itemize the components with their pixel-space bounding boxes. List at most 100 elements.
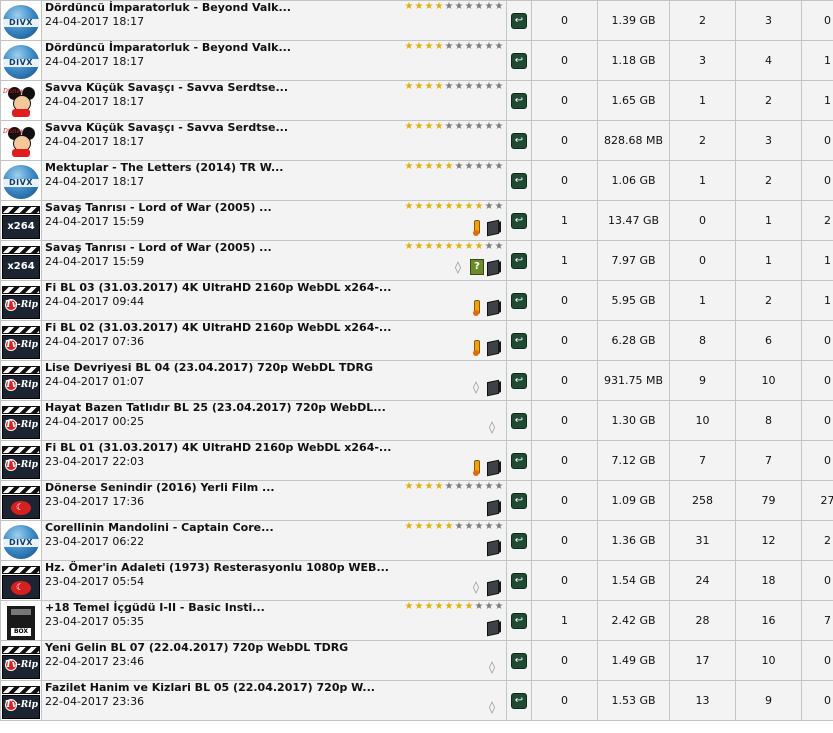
disney-category-icon[interactable]: Disney <box>3 124 39 159</box>
star-icon: ★ <box>454 81 464 92</box>
x264-category-icon[interactable]: x264 <box>2 205 40 239</box>
torrent-name-link[interactable]: Savva Küçük Savaşçı - Savva Serdtse... <box>45 82 288 95</box>
torrent-name-link[interactable]: Yeni Gelin BL 07 (22.04.2017) 720p WebDL… <box>45 642 348 655</box>
upload-date: 24-04-2017 07:36 <box>45 335 145 348</box>
torrent-name-link[interactable]: Hz. Ömer'in Adaleti (1973) Resterasyonlu… <box>45 562 389 575</box>
download-icon[interactable]: ↩ <box>511 452 527 469</box>
download-icon[interactable]: ↩ <box>511 332 527 349</box>
tv-rip-category-icon[interactable]: Tv-Rip <box>2 365 40 399</box>
turkish-film-category-icon[interactable]: ☾ <box>2 565 40 599</box>
comments-count[interactable]: 0 <box>531 680 598 721</box>
download-icon[interactable]: ↩ <box>511 532 527 549</box>
star-icon: ★ <box>434 121 444 132</box>
help-icon[interactable]: ? <box>470 259 484 275</box>
torrent-name-link[interactable]: Hayat Bazen Tatlıdır BL 25 (23.04.2017) … <box>45 402 386 415</box>
star-icon: ★ <box>464 481 474 492</box>
rating-stars: ★★★★★★★★★★ <box>404 42 504 52</box>
torrent-name-link[interactable]: Fi BL 01 (31.03.2017) 4K UltraHD 2160p W… <box>45 442 391 455</box>
torrent-name-link[interactable]: Mektuplar - The Letters (2014) TR W... <box>45 162 283 175</box>
download-icon[interactable]: ↩ <box>511 412 527 429</box>
x264-category-icon[interactable]: x264 <box>2 245 40 279</box>
download-icon[interactable]: ↩ <box>511 612 527 629</box>
download-cell: ↩ <box>506 480 532 521</box>
torrent-name-link[interactable]: Dördüncü İmparatorluk - Beyond Valk... <box>45 42 291 55</box>
download-cell: ↩ <box>506 160 532 201</box>
download-icon[interactable]: ↩ <box>511 292 527 309</box>
divx-category-icon[interactable]: DIVX <box>3 524 39 559</box>
leechers-count: 1 <box>801 40 833 81</box>
tv-rip-category-icon[interactable]: Tv-Rip <box>2 685 40 719</box>
comments-count[interactable]: 0 <box>531 120 598 161</box>
comments-count[interactable]: 0 <box>531 80 598 121</box>
star-icon: ★ <box>414 161 424 172</box>
comments-count[interactable]: 0 <box>531 320 598 361</box>
torrent-name-link[interactable]: Fi BL 02 (31.03.2017) 4K UltraHD 2160p W… <box>45 322 391 335</box>
divx-category-icon[interactable]: DIVX <box>3 4 39 39</box>
comments-count[interactable]: 1 <box>531 240 598 281</box>
tv-rip-category-icon[interactable]: Tv-Rip <box>2 405 40 439</box>
download-icon[interactable]: ↩ <box>511 692 527 709</box>
star-icon: ★ <box>424 41 434 52</box>
torrent-name-link[interactable]: Dönerse Senindir (2016) Yerli Film ... <box>45 482 275 495</box>
torrent-name-link[interactable]: Lise Devriyesi BL 04 (23.04.2017) 720p W… <box>45 362 373 375</box>
star-icon: ★ <box>434 481 444 492</box>
tv-rip-category-icon[interactable]: Tv-Rip <box>2 445 40 479</box>
comments-count[interactable]: 0 <box>531 360 598 401</box>
star-icon: ★ <box>414 41 424 52</box>
seeders-count: 3 <box>735 0 802 41</box>
leechers-count: 1 <box>801 280 833 321</box>
download-icon[interactable]: ↩ <box>511 12 527 29</box>
torrent-name-link[interactable]: +18 Temel İçgüdü I-II - Basic Insti... <box>45 602 265 615</box>
turkish-film-category-icon[interactable]: ☾ <box>2 485 40 519</box>
download-icon[interactable]: ↩ <box>511 172 527 189</box>
comments-count[interactable]: 0 <box>531 560 598 601</box>
table-row: BOX +18 Temel İçgüdü I-II - Basic Insti..… <box>0 600 833 641</box>
tv-rip-category-icon[interactable]: Tv-Rip <box>2 645 40 679</box>
comments-count[interactable]: 0 <box>531 280 598 321</box>
comments-count[interactable]: 0 <box>531 640 598 681</box>
torrent-name-link[interactable]: Savaş Tanrısı - Lord of War (2005) ... <box>45 242 272 255</box>
download-icon[interactable]: ↩ <box>511 52 527 69</box>
comments-count[interactable]: 0 <box>531 520 598 561</box>
star-icon: ★ <box>494 521 504 532</box>
name-cell: Savaş Tanrısı - Lord of War (2005) ... 24… <box>41 200 507 241</box>
download-icon[interactable]: ↩ <box>511 212 527 229</box>
download-icon[interactable]: ↩ <box>511 492 527 509</box>
divx-category-icon[interactable]: DIVX <box>3 44 39 79</box>
comments-count[interactable]: 1 <box>531 200 598 241</box>
tv-rip-category-icon[interactable]: Tv-Rip <box>2 285 40 319</box>
size-value: 7.97 GB <box>597 240 670 281</box>
rating-stars: ★★★★★★★★★★ <box>404 202 504 212</box>
download-icon[interactable]: ↩ <box>511 372 527 389</box>
torrent-name-link[interactable]: Savva Küçük Savaşçı - Savva Serdtse... <box>45 122 288 135</box>
download-cell: ↩ <box>506 520 532 561</box>
download-icon[interactable]: ↩ <box>511 92 527 109</box>
star-icon: ★ <box>454 201 464 212</box>
torrent-name-link[interactable]: Dördüncü İmparatorluk - Beyond Valk... <box>45 2 291 15</box>
comments-count[interactable]: 0 <box>531 40 598 81</box>
disney-category-icon[interactable]: Disney <box>3 84 39 119</box>
star-icon: ★ <box>474 161 484 172</box>
torrent-name-link[interactable]: Fi BL 03 (31.03.2017) 4K UltraHD 2160p W… <box>45 282 391 295</box>
comments-count[interactable]: 1 <box>531 600 598 641</box>
download-icon[interactable]: ↩ <box>511 252 527 269</box>
download-icon[interactable]: ↩ <box>511 572 527 589</box>
tv-rip-category-icon[interactable]: Tv-Rip <box>2 325 40 359</box>
comments-count[interactable]: 0 <box>531 0 598 41</box>
download-icon[interactable]: ↩ <box>511 132 527 149</box>
comments-count[interactable]: 0 <box>531 400 598 441</box>
comments-count[interactable]: 0 <box>531 480 598 521</box>
torrent-name-link[interactable]: Fazilet Hanim ve Kizlari BL 05 (22.04.20… <box>45 682 375 695</box>
comments-count[interactable]: 0 <box>531 160 598 201</box>
upload-date: 23-04-2017 17:36 <box>45 495 145 508</box>
audio-wave-icon: ◊ <box>473 580 479 594</box>
divx-category-icon[interactable]: DIVX <box>3 164 39 199</box>
comments-count[interactable]: 0 <box>531 440 598 481</box>
download-icon[interactable]: ↩ <box>511 652 527 669</box>
torrent-name-link[interactable]: Corellinin Mandolini - Captain Core... <box>45 522 274 535</box>
files-count: 10 <box>669 400 736 441</box>
category-cell: x264 <box>0 240 42 281</box>
box-set-category-icon[interactable]: BOX <box>7 605 35 640</box>
torrent-name-link[interactable]: Savaş Tanrısı - Lord of War (2005) ... <box>45 202 272 215</box>
star-icon: ★ <box>484 241 494 252</box>
